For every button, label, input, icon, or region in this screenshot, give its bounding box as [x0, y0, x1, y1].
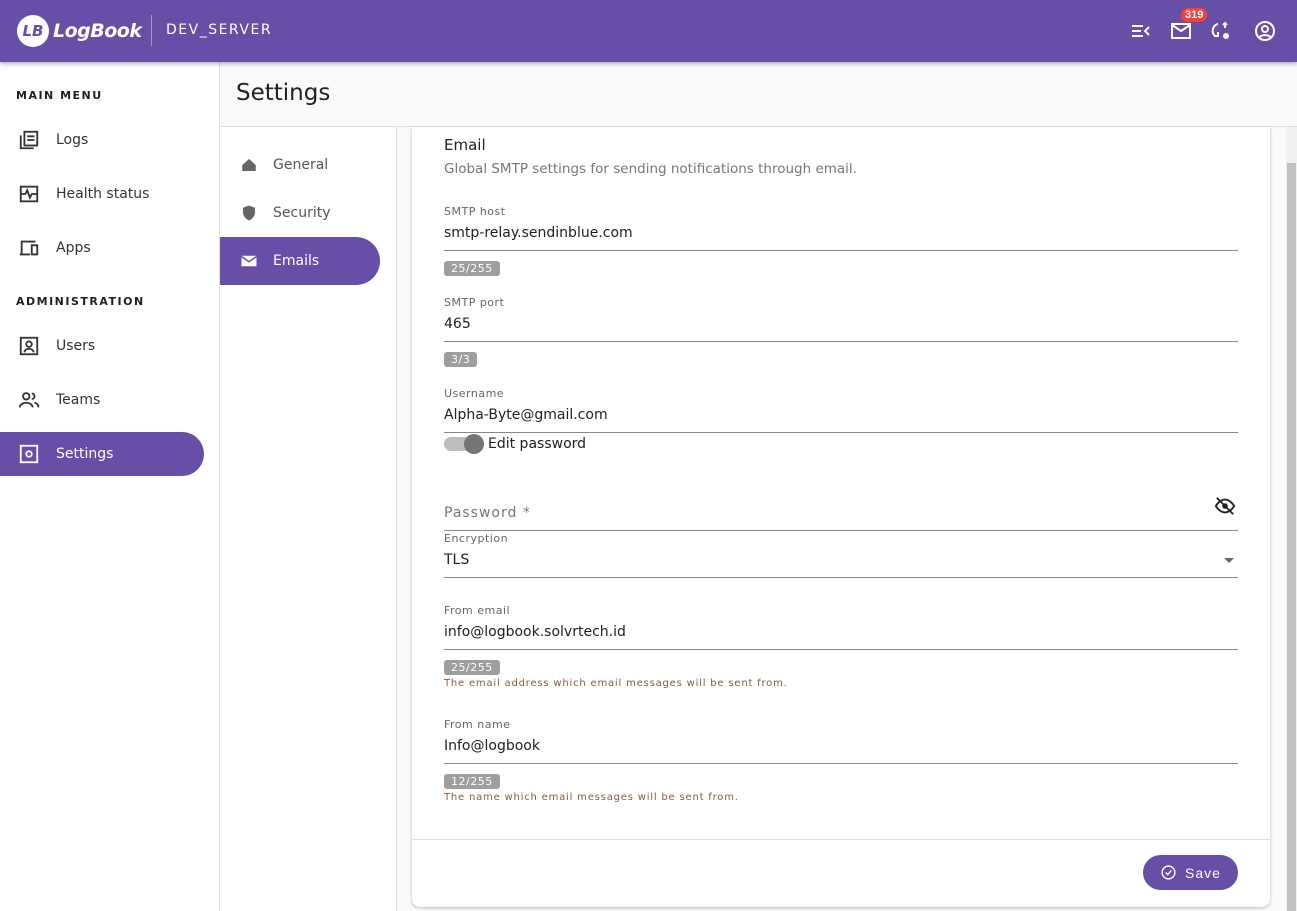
shield-icon — [243, 205, 255, 221]
devices-icon — [19, 240, 39, 256]
email-settings-card: Email Global SMTP settings for sending n… — [412, 127, 1270, 907]
sidebar-item-label: Health status — [56, 186, 150, 202]
settings-icon — [19, 444, 39, 464]
char-counter: 12/255 — [444, 774, 500, 789]
sidebar-item-label: Logs — [56, 132, 89, 148]
from-name-field[interactable]: From name Info@logbook 12/255 The name w… — [444, 718, 1238, 803]
page-title: Settings — [236, 80, 331, 106]
from-email-input[interactable]: info@logbook.solvrtech.id — [444, 624, 1238, 644]
smtp-host-input[interactable]: smtp-relay.sendinblue.com — [444, 225, 1238, 245]
underline — [444, 530, 1238, 531]
field-label: From email — [444, 604, 511, 617]
field-hint: The email address which email messages w… — [444, 678, 788, 689]
char-counter: 25/255 — [444, 660, 500, 675]
logs-icon — [19, 130, 39, 150]
section-title: Email — [444, 136, 486, 154]
dropdown-arrow-icon[interactable] — [1224, 558, 1234, 568]
logo-text: LogBook — [53, 20, 142, 42]
field-label: From name — [444, 718, 511, 731]
toggle-switch[interactable] — [444, 434, 484, 454]
sidebar-item-settings[interactable]: Settings — [0, 432, 204, 476]
health-icon — [19, 185, 39, 203]
username-field[interactable]: Username Alpha-Byte@gmail.com — [444, 387, 1238, 433]
sidebar-item-health-status[interactable]: Health status — [0, 172, 204, 216]
sidebar-item-label: Users — [56, 338, 96, 354]
username-input[interactable]: Alpha-Byte@gmail.com — [444, 407, 1238, 427]
logo[interactable]: LB LogBook — [17, 15, 142, 47]
divider — [151, 15, 152, 46]
section-description: Global SMTP settings for sending notific… — [444, 161, 857, 177]
tab-security[interactable]: Security — [220, 189, 380, 237]
sidebar-item-teams[interactable]: Teams — [0, 378, 204, 422]
field-hint: The name which email messages will be se… — [444, 792, 739, 803]
field-label: SMTP host — [444, 205, 506, 218]
teams-icon — [18, 392, 40, 408]
sidebar-item-label: Teams — [56, 392, 101, 408]
underline — [444, 250, 1238, 251]
notification-badge: 319 — [1181, 8, 1208, 22]
sidebar-item-apps[interactable]: Apps — [0, 226, 204, 270]
sidebar-item-logs[interactable]: Logs — [0, 118, 204, 162]
underline — [444, 432, 1238, 433]
password-input[interactable]: Password * — [444, 505, 1238, 525]
section-administration: ADMINISTRATION — [16, 295, 145, 308]
from-name-input[interactable]: Info@logbook — [444, 738, 1238, 758]
user-icon — [19, 336, 39, 356]
tab-emails[interactable]: Emails — [220, 237, 380, 285]
tab-label: Emails — [273, 253, 320, 269]
sidebar-item-label: Settings — [56, 446, 114, 462]
home-settings-icon — [242, 159, 256, 171]
save-label: Save — [1185, 864, 1221, 881]
smtp-port-field[interactable]: SMTP port 465 3/3 — [444, 296, 1238, 367]
eye-off-icon[interactable] — [1214, 495, 1236, 517]
field-label: Encryption — [444, 532, 509, 545]
smtp-port-input[interactable]: 465 — [444, 316, 1238, 336]
toggle-label: Edit password — [488, 436, 587, 452]
underline — [444, 649, 1238, 650]
tab-label: Security — [273, 205, 331, 221]
logo-mark: LB — [17, 15, 49, 47]
mail-icon[interactable] — [1169, 19, 1193, 43]
field-label: SMTP port — [444, 296, 505, 309]
section-main-menu: MAIN MENU — [16, 89, 103, 102]
mail-icon — [241, 255, 257, 267]
underline — [444, 577, 1238, 578]
char-counter: 3/3 — [444, 352, 478, 367]
page-header: Settings — [220, 62, 1297, 127]
edit-password-toggle[interactable]: Edit password — [444, 434, 587, 454]
scrollbar-thumb[interactable] — [1287, 163, 1296, 911]
check-circle-icon — [1161, 865, 1176, 880]
password-field[interactable]: Password * — [444, 497, 1238, 531]
encryption-value[interactable]: TLS — [444, 552, 1238, 572]
tab-label: General — [273, 157, 329, 173]
card-divider — [412, 839, 1270, 840]
scrollbar[interactable] — [1286, 127, 1297, 911]
encryption-select[interactable]: Encryption TLS — [444, 532, 1238, 578]
field-label: Username — [444, 387, 505, 400]
account-circle-icon[interactable] — [1253, 19, 1277, 43]
sync-settings-icon[interactable] — [1209, 19, 1233, 43]
underline — [444, 341, 1238, 342]
sidebar-item-label: Apps — [56, 240, 91, 256]
sidebar: MAIN MENU Logs Health status Apps ADMINI… — [0, 62, 220, 911]
smtp-host-field[interactable]: SMTP host smtp-relay.sendinblue.com 25/2… — [444, 205, 1238, 276]
underline — [444, 763, 1238, 764]
save-button[interactable]: Save — [1143, 855, 1238, 890]
char-counter: 25/255 — [444, 261, 500, 276]
from-email-field[interactable]: From email info@logbook.solvrtech.id 25/… — [444, 604, 1238, 689]
settings-nav: General Security Emails — [220, 127, 397, 911]
sidebar-item-users[interactable]: Users — [0, 324, 204, 368]
server-name: DEV_SERVER — [166, 22, 273, 38]
tab-general[interactable]: General — [220, 141, 380, 189]
menu-collapse-icon[interactable] — [1129, 19, 1153, 43]
top-bar: LB LogBook DEV_SERVER 319 — [0, 0, 1297, 62]
